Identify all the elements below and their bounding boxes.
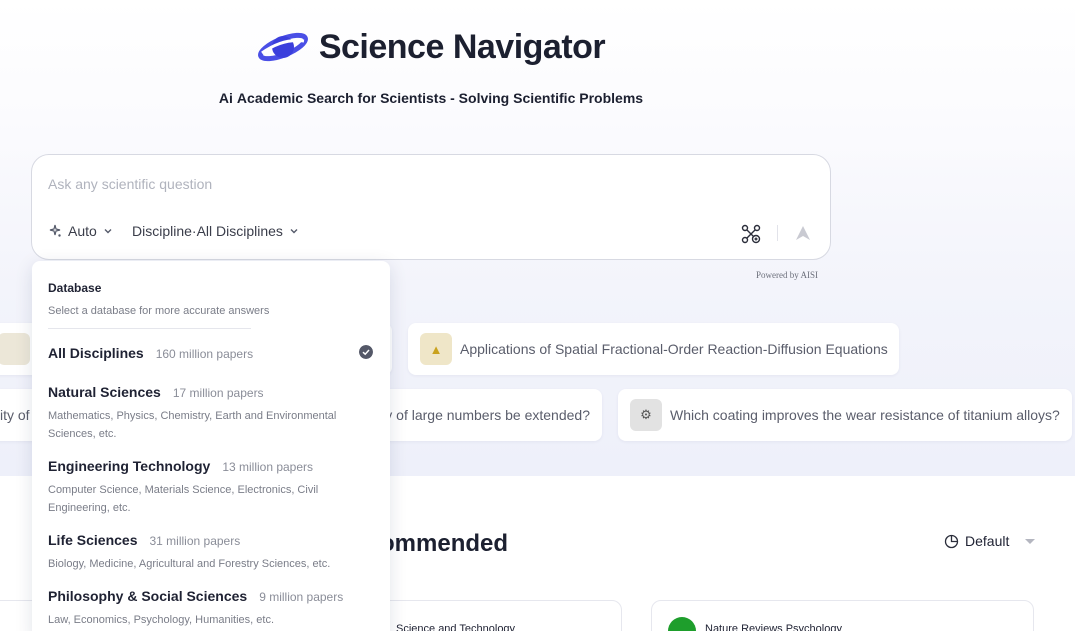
option-count: 13 million papers [222, 460, 314, 474]
pie-chart-icon [944, 534, 959, 548]
send-icon[interactable] [794, 224, 812, 242]
logo-row: Science Navigator [0, 26, 862, 68]
database-option-all-disciplines[interactable]: All Disciplines 160 million papers [48, 345, 378, 361]
option-count: 31 million papers [149, 534, 241, 548]
suggestion-text: Applications of Spatial Fractional-Order… [460, 341, 888, 357]
mode-label: Auto [68, 223, 97, 239]
option-description: Mathematics, Physics, Chemistry, Earth a… [48, 410, 337, 440]
recommended-title: ommended [380, 530, 509, 557]
option-count: 9 million papers [259, 590, 344, 604]
database-option-natural-sciences[interactable]: Natural Sciences 17 million papers Mathe… [48, 384, 378, 443]
check-icon [359, 345, 373, 359]
database-option-life-sciences[interactable]: Life Sciences 31 million papers Biology,… [48, 532, 378, 573]
option-description: Law, Economics, Psychology, Humanities, … [48, 614, 275, 626]
chevron-down-icon [104, 229, 112, 234]
planet-logo-icon [257, 32, 308, 62]
card-source: Science and Technology [396, 623, 516, 631]
card-source: Nature Reviews Psychology [705, 623, 842, 631]
powered-by: Powered by AISI [756, 270, 818, 280]
database-dropdown: Database Select a database for more accu… [32, 261, 390, 631]
option-name: Engineering Technology [48, 458, 211, 474]
suggestion-thumbnail-icon: ⚙ [630, 399, 662, 431]
knowledge-graph-icon[interactable] [740, 223, 762, 245]
option-name: Life Sciences [48, 532, 138, 548]
suggestion-chip[interactable]: ⚙ Which coating improves the wear resist… [618, 389, 1072, 441]
option-name: Philosophy & Social Sciences [48, 588, 248, 604]
suggestion-thumbnail-icon [0, 333, 30, 365]
brand-name: Science Navigator [318, 27, 606, 66]
suggestion-thumbnail-icon: ▲ [420, 333, 452, 365]
dropdown-subheading: Select a database for more accurate answ… [48, 305, 270, 317]
toolbar-divider [777, 225, 778, 241]
paper-card[interactable]: Nature Reviews Psychology [651, 600, 1034, 631]
database-option-philosophy-social-sciences[interactable]: Philosophy & Social Sciences 9 million p… [48, 588, 378, 629]
database-option-engineering-technology[interactable]: Engineering Technology 13 million papers… [48, 458, 378, 517]
option-count: 160 million papers [155, 347, 254, 361]
dropdown-divider [48, 328, 251, 329]
mode-selector[interactable]: Auto [48, 223, 113, 239]
option-name: Natural Sciences [48, 384, 161, 400]
search-input[interactable] [48, 173, 808, 195]
sparkle-icon [49, 224, 61, 237]
tagline-text: Academic Search for Scientists - Solving… [236, 90, 644, 106]
search-box: Auto Discipline·All Disciplines [31, 154, 831, 260]
header: Science Navigator Ai Academic Search for… [0, 26, 862, 107]
option-count: 17 million papers [172, 386, 264, 400]
suggestion-chip[interactable]: ▲ Applications of Spatial Fractional-Ord… [408, 323, 899, 375]
tagline: Ai Academic Search for Scientists - Solv… [0, 90, 862, 106]
suggestion-text: ity of [0, 407, 30, 423]
sort-label: Default [965, 533, 1010, 549]
sort-selector[interactable]: Default [944, 533, 1036, 549]
chevron-down-icon [290, 229, 298, 234]
option-name: All Disciplines [48, 345, 144, 361]
suggestion-text: y of large numbers be extended? [385, 407, 590, 423]
ai-mark: Ai [218, 90, 233, 106]
discipline-selector[interactable]: Discipline·All Disciplines [132, 223, 299, 239]
dropdown-heading: Database [48, 281, 102, 295]
discipline-label: Discipline·All Disciplines [132, 223, 283, 239]
option-description: Computer Science, Materials Science, Ele… [48, 484, 319, 514]
suggestion-text: Which coating improves the wear resistan… [670, 407, 1060, 423]
journal-avatar [668, 617, 696, 631]
option-description: Biology, Medicine, Agricultural and Fore… [48, 558, 331, 570]
caret-down-icon [1025, 538, 1036, 544]
